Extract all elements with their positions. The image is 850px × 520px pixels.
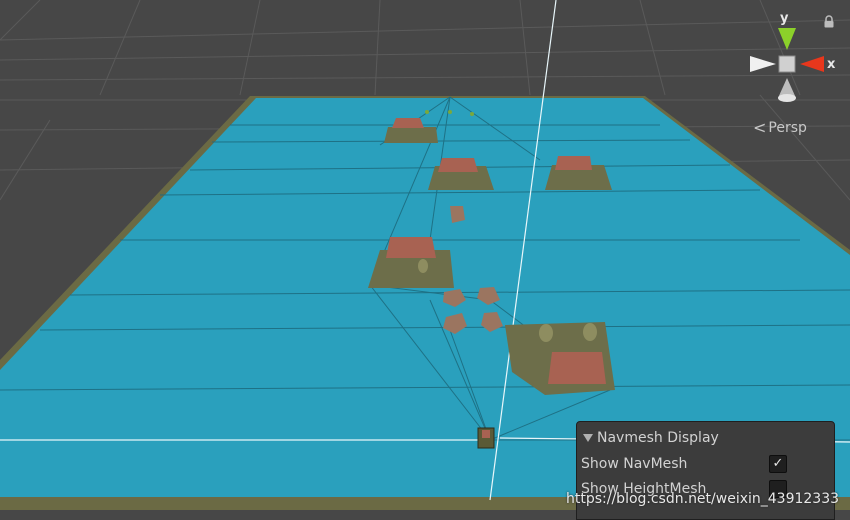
axis-label-y: y <box>780 11 789 26</box>
triangle-down-icon <box>583 434 593 442</box>
watermark-text: https://blog.csdn.net/weixin_43912333 <box>566 491 840 507</box>
projection-label: Persp <box>768 119 807 136</box>
axis-cone-x[interactable] <box>800 56 824 72</box>
axis-cone-y[interactable] <box>778 28 796 50</box>
show-navmesh-checkbox[interactable]: ✓ <box>769 455 787 473</box>
lock-icon[interactable] <box>823 15 835 28</box>
gizmo-neg-y-base <box>778 94 796 102</box>
navmesh-display-header[interactable]: Navmesh Display <box>583 430 719 446</box>
axis-label-x: x <box>827 57 836 72</box>
agent-marker[interactable] <box>477 427 495 449</box>
gizmo-center-cube[interactable] <box>778 55 796 73</box>
show-navmesh-label: Show NavMesh <box>581 456 688 472</box>
projection-toggle[interactable]: < Persp <box>753 118 807 137</box>
axis-cone-neg-x[interactable] <box>750 56 776 72</box>
navmesh-display-title: Navmesh Display <box>597 430 719 446</box>
chevron-left-icon: < <box>753 118 767 137</box>
